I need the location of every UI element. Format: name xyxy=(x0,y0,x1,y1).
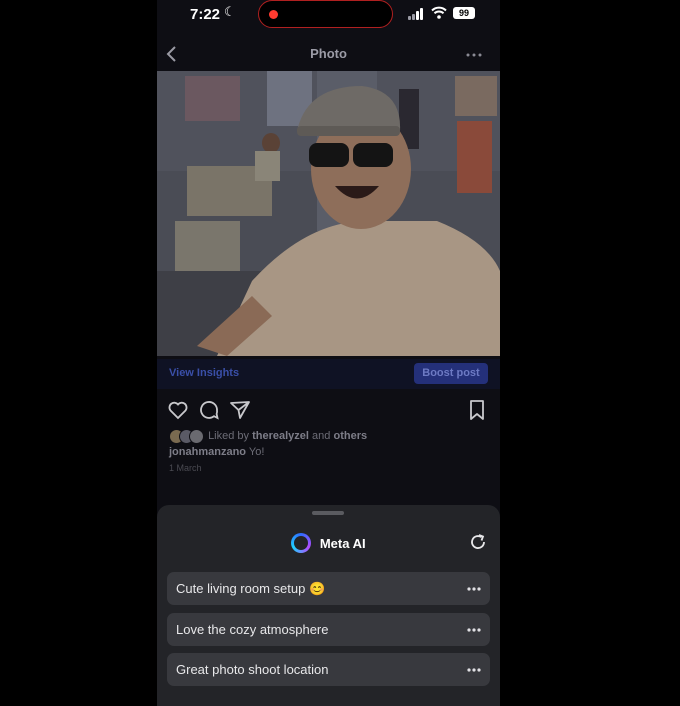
meta-ai-sheet: Meta AI Cute living room setup 😊 Love th… xyxy=(157,505,500,706)
page-title: Photo xyxy=(310,46,347,61)
post-date: 1 March xyxy=(169,463,202,473)
dynamic-island xyxy=(258,0,393,28)
moon-icon: ☾ xyxy=(224,4,236,19)
suggestion-item[interactable]: Great photo shoot location xyxy=(167,653,490,686)
recording-indicator-icon xyxy=(269,10,278,19)
view-insights-link[interactable]: View Insights xyxy=(169,367,239,379)
caption-username[interactable]: jonahmanzano xyxy=(169,446,246,458)
suggestion-text: Cute living room setup 😊 xyxy=(176,581,326,596)
status-time: 7:22 xyxy=(190,6,221,23)
post-photo[interactable] xyxy=(157,71,500,356)
bookmark-icon[interactable] xyxy=(465,398,489,422)
status-bar: 7:22 ☾ 99 xyxy=(157,0,500,30)
suggestion-item[interactable]: Love the cozy atmosphere xyxy=(167,613,490,646)
insights-bar: View Insights Boost post xyxy=(157,359,500,389)
caption-text: Yo! xyxy=(248,446,265,458)
battery-indicator: 99 xyxy=(453,7,475,19)
liker-avatars xyxy=(169,429,205,444)
more-horizontal-icon[interactable] xyxy=(466,52,482,58)
more-horizontal-icon[interactable] xyxy=(467,581,481,597)
comment-icon[interactable] xyxy=(197,398,221,422)
likes-summary[interactable]: Liked by therealyzel and others xyxy=(169,429,367,444)
sheet-header: Meta AI xyxy=(157,533,500,553)
nav-bar: Photo xyxy=(157,38,500,70)
more-horizontal-icon[interactable] xyxy=(467,622,481,638)
post-actions xyxy=(157,398,500,424)
boost-post-button[interactable]: Boost post xyxy=(414,363,488,384)
meta-ai-logo-icon xyxy=(291,533,311,553)
suggestion-item[interactable]: Cute living room setup 😊 xyxy=(167,572,490,605)
more-horizontal-icon[interactable] xyxy=(467,662,481,678)
wifi-icon xyxy=(431,6,447,19)
heart-icon[interactable] xyxy=(166,398,190,422)
signal-icon xyxy=(408,8,426,20)
avatar xyxy=(189,429,204,444)
likes-others[interactable]: others xyxy=(333,430,367,442)
refresh-icon[interactable] xyxy=(468,532,488,552)
sheet-drag-handle[interactable] xyxy=(312,511,344,515)
post-caption: jonahmanzano Yo! xyxy=(169,446,264,458)
likes-prefix: Liked by xyxy=(208,429,250,442)
suggestion-text: Great photo shoot location xyxy=(176,662,329,677)
likes-joiner: and xyxy=(312,429,331,442)
phone-screen: 7:22 ☾ 99 Photo View Insights Boost post… xyxy=(157,0,500,706)
sheet-title: Meta AI xyxy=(319,535,366,551)
suggestion-text: Love the cozy atmosphere xyxy=(176,622,329,637)
share-icon[interactable] xyxy=(228,398,252,422)
liked-by-username[interactable]: therealyzel xyxy=(252,430,309,442)
